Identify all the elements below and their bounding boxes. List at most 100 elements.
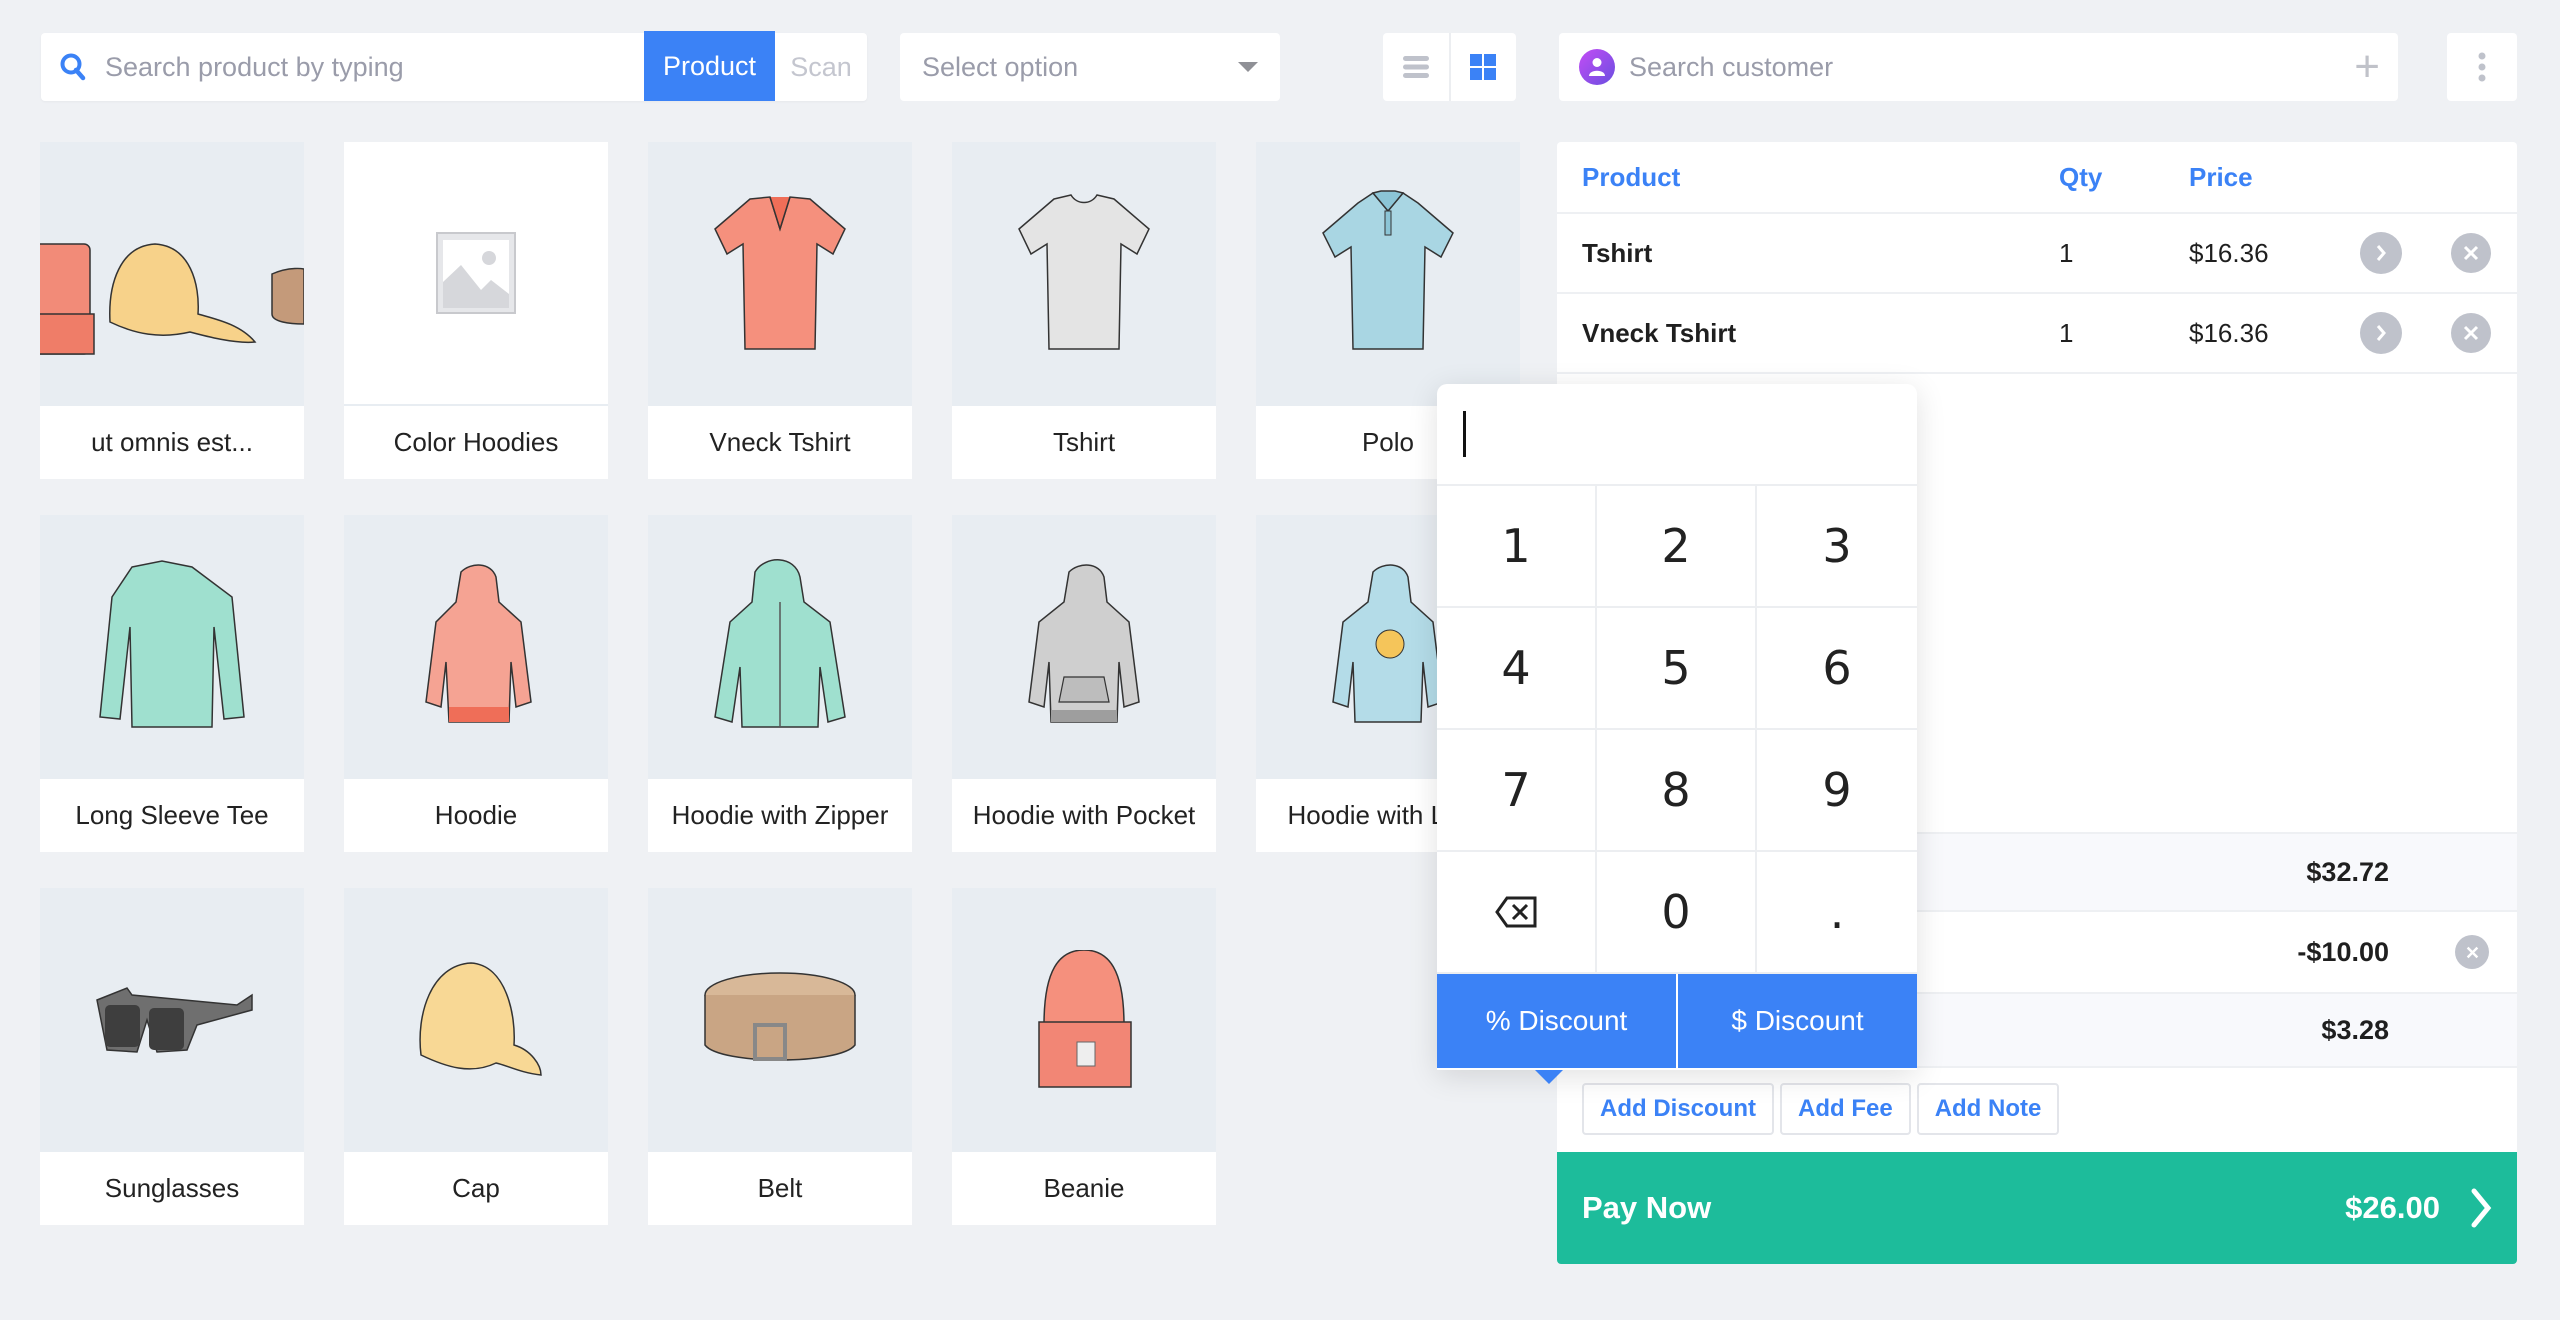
numpad-input[interactable] bbox=[1437, 384, 1917, 486]
product-name: Cap bbox=[452, 1173, 500, 1203]
product-search-input[interactable] bbox=[105, 51, 644, 83]
scan-mode-button[interactable]: Scan bbox=[775, 32, 867, 102]
pay-now-amount: $26.00 bbox=[2345, 1190, 2440, 1225]
expand-item-button[interactable] bbox=[2360, 312, 2402, 354]
close-icon bbox=[2463, 245, 2479, 261]
numpad-key-decimal[interactable]: . bbox=[1757, 852, 1917, 974]
product-name: Long Sleeve Tee bbox=[75, 800, 269, 830]
numpad-key-2[interactable]: 2 bbox=[1597, 486, 1757, 608]
grid-view-button[interactable] bbox=[1448, 33, 1517, 101]
add-fee-button[interactable]: Add Fee bbox=[1780, 1083, 1911, 1135]
add-note-button[interactable]: Add Note bbox=[1916, 1083, 2060, 1135]
cart-item-name: Tshirt bbox=[1582, 237, 1653, 268]
add-customer-icon[interactable]: + bbox=[2354, 45, 2380, 89]
product-card[interactable]: Sunglasses bbox=[40, 888, 304, 1225]
category-select[interactable]: Select option bbox=[900, 33, 1280, 101]
image-placeholder-icon bbox=[436, 232, 516, 314]
numpad-key-1[interactable]: 1 bbox=[1437, 486, 1597, 608]
product-name: Hoodie with Zipper bbox=[671, 800, 889, 830]
product-image bbox=[952, 515, 1216, 779]
numpad-key-8[interactable]: 8 bbox=[1597, 730, 1757, 852]
product-name: Hoodie bbox=[434, 800, 518, 830]
product-card[interactable]: Hoodie bbox=[344, 515, 608, 852]
expand-item-button[interactable] bbox=[2360, 232, 2402, 274]
cart-item-row[interactable]: Vneck Tshirt 1 $16.36 bbox=[1557, 294, 2517, 374]
product-name: Belt bbox=[757, 1173, 803, 1203]
numpad-key-9[interactable]: 9 bbox=[1757, 730, 1917, 852]
product-card[interactable]: Cap bbox=[344, 888, 608, 1225]
product-card[interactable]: Hoodie with Zipper bbox=[648, 515, 912, 852]
product-image bbox=[40, 515, 304, 779]
column-header-qty: Qty bbox=[2059, 161, 2103, 192]
numpad-keys: 1 2 3 4 5 6 7 8 9 0 . bbox=[1437, 486, 1917, 974]
close-icon bbox=[2463, 325, 2479, 341]
product-name: Vneck Tshirt bbox=[709, 427, 851, 457]
chevron-right-icon bbox=[2376, 245, 2386, 261]
cart-item-name: Vneck Tshirt bbox=[1582, 317, 1737, 348]
numpad-key-0[interactable]: 0 bbox=[1597, 852, 1757, 974]
category-select-value: Select option bbox=[922, 51, 1079, 82]
numpad-key-7[interactable]: 7 bbox=[1437, 730, 1597, 852]
product-name: Tshirt bbox=[1052, 427, 1116, 457]
product-image bbox=[648, 888, 912, 1152]
discount-numpad-popover: 1 2 3 4 5 6 7 8 9 0 . % Discount $ Disco… bbox=[1437, 384, 1917, 1084]
fixed-discount-button[interactable]: $ Discount bbox=[1676, 974, 1917, 1068]
text-cursor bbox=[1463, 411, 1466, 457]
discount-type-buttons: % Discount $ Discount bbox=[1437, 974, 1917, 1068]
chevron-right-icon bbox=[2471, 1188, 2492, 1228]
popover-arrow bbox=[1535, 1070, 1563, 1084]
list-view-button[interactable] bbox=[1383, 33, 1449, 101]
remove-item-button[interactable] bbox=[2451, 233, 2491, 273]
chevron-right-icon bbox=[2376, 325, 2386, 341]
product-name: Sunglasses bbox=[104, 1173, 240, 1203]
product-card[interactable]: Belt bbox=[648, 888, 912, 1225]
customer-search-input[interactable] bbox=[1629, 51, 2355, 83]
remove-discount-button[interactable] bbox=[2455, 935, 2489, 969]
product-name: Beanie bbox=[1043, 1173, 1125, 1203]
product-card[interactable]: Long Sleeve Tee bbox=[40, 515, 304, 852]
subtotal-value: $32.72 bbox=[2306, 856, 2389, 887]
cart-item-qty[interactable]: 1 bbox=[2059, 318, 2073, 349]
discount-value: -$10.00 bbox=[2297, 936, 2389, 967]
product-card[interactable]: Color Hoodies bbox=[344, 142, 608, 479]
more-vertical-icon bbox=[2478, 52, 2486, 82]
cart-item-qty[interactable]: 1 bbox=[2059, 238, 2073, 269]
customer-search-bar: + bbox=[1559, 33, 2398, 101]
product-image bbox=[344, 515, 608, 779]
pay-now-button[interactable]: Pay Now $26.00 bbox=[1557, 1152, 2517, 1264]
product-image bbox=[648, 515, 912, 779]
product-search-bar: Product Scan bbox=[41, 31, 867, 102]
remove-item-button[interactable] bbox=[2451, 313, 2491, 353]
product-image bbox=[952, 888, 1216, 1152]
product-card[interactable]: Hoodie with Pocket bbox=[952, 515, 1216, 852]
view-toggle bbox=[1383, 33, 1516, 101]
numpad-key-5[interactable]: 5 bbox=[1597, 608, 1757, 730]
more-options-button[interactable] bbox=[2447, 33, 2517, 101]
numpad-key-6[interactable]: 6 bbox=[1757, 608, 1917, 730]
product-image-placeholder bbox=[344, 142, 608, 406]
customer-avatar-icon bbox=[1579, 49, 1615, 85]
cart-item-row[interactable]: Tshirt 1 $16.36 bbox=[1557, 214, 2517, 294]
column-header-price: Price bbox=[2189, 161, 2253, 192]
product-image bbox=[648, 142, 912, 406]
product-card[interactable]: Beanie bbox=[952, 888, 1216, 1225]
product-name: Color Hoodies bbox=[393, 427, 559, 457]
grid-icon bbox=[1470, 54, 1497, 80]
percent-discount-button[interactable]: % Discount bbox=[1437, 974, 1676, 1068]
numpad-key-4[interactable]: 4 bbox=[1437, 608, 1597, 730]
tax-value: $3.28 bbox=[2321, 1014, 2389, 1045]
numpad-backspace-key[interactable] bbox=[1437, 852, 1597, 974]
product-card[interactable]: Vneck Tshirt bbox=[648, 142, 912, 479]
pay-now-label: Pay Now bbox=[1582, 1190, 1712, 1225]
product-name: ut omnis est... bbox=[91, 427, 253, 457]
product-card[interactable]: Tshirt bbox=[952, 142, 1216, 479]
add-discount-button[interactable]: Add Discount bbox=[1582, 1083, 1774, 1135]
product-mode-button[interactable]: Product bbox=[644, 31, 775, 101]
product-card[interactable]: ut omnis est... bbox=[40, 142, 304, 479]
product-image bbox=[344, 888, 608, 1152]
close-icon bbox=[2466, 946, 2478, 958]
column-header-product: Product bbox=[1582, 161, 1681, 192]
numpad-key-3[interactable]: 3 bbox=[1757, 486, 1917, 608]
chevron-down-icon bbox=[1238, 62, 1258, 72]
product-image bbox=[1256, 142, 1520, 406]
